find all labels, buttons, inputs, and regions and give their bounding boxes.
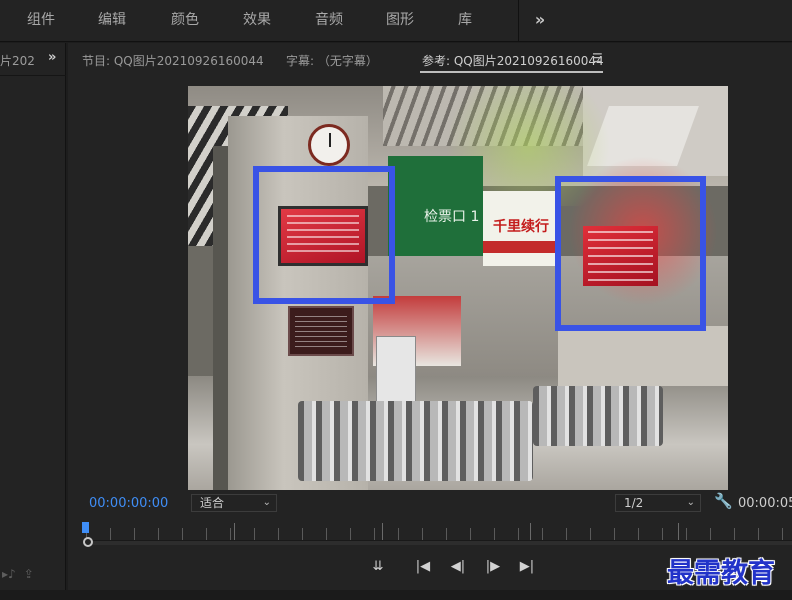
scene-notice-board: [288, 306, 354, 356]
export-icon[interactable]: ⇪: [24, 567, 34, 581]
workspace-tab-audio[interactable]: 音频: [315, 0, 343, 42]
fit-dropdown[interactable]: 适合 ⌄: [191, 494, 277, 512]
workspace-tab-graphics[interactable]: 图形: [386, 0, 414, 42]
fit-dropdown-value: 适合: [200, 496, 225, 510]
audio-icon[interactable]: ▸♪: [2, 567, 16, 581]
ad-board-text: 千里续行: [493, 219, 549, 235]
left-panel-footer: ▸♪ ⇪: [2, 567, 42, 581]
chevron-down-icon: ⌄: [686, 497, 695, 508]
insert-icon: ⇊: [372, 559, 384, 574]
tab-reference[interactable]: 参考: QQ图片20210926160044: [422, 52, 604, 69]
step-forward-icon: |▶: [485, 559, 501, 574]
scene-ticket-gates: [558, 326, 728, 386]
step-to-end-icon: ▶|: [519, 559, 535, 574]
resolution-dropdown[interactable]: 1/2 ⌄: [615, 494, 701, 512]
wrench-icon[interactable]: 🔧: [714, 492, 733, 510]
tab-captions[interactable]: 字幕: （无字幕）: [286, 52, 378, 69]
resolution-dropdown-value: 1/2: [624, 496, 644, 510]
workspace-tab-editing[interactable]: 编辑: [98, 0, 126, 42]
insert-button[interactable]: ⇊: [367, 558, 389, 576]
scrub-bar[interactable]: [85, 540, 792, 545]
workspace-tab-color[interactable]: 颜色: [171, 0, 199, 42]
current-timecode[interactable]: 00:00:00:00: [89, 496, 168, 511]
step-forward-button[interactable]: |▶: [482, 558, 504, 576]
double-chevron-right-icon[interactable]: »: [531, 9, 549, 31]
step-back-icon: ◀|: [450, 559, 466, 574]
duration-timecode: 00:00:05: [738, 496, 792, 511]
chevron-down-icon: ⌄: [262, 497, 271, 508]
scene-ad-board: 千里续行: [483, 191, 558, 266]
video-preview[interactable]: 检票口 1 千里续行: [188, 86, 728, 490]
scene-gate-sign: 检票口 1: [388, 156, 483, 256]
bottom-bar: [0, 590, 792, 600]
scene-ad-strip: [483, 241, 558, 253]
go-to-out-button[interactable]: ▶|: [516, 558, 538, 576]
reference-monitor-panel: 节目: QQ图片20210926160044 字幕: （无字幕） 参考: QQ图…: [68, 43, 792, 590]
gate-sign-text: 检票口 1: [424, 209, 480, 225]
scrub-knob[interactable]: [83, 537, 93, 547]
scene-bench: [533, 386, 663, 446]
left-panel: 片202 » ▸♪ ⇪: [0, 43, 66, 590]
scene-bench: [298, 401, 533, 481]
workspace-tab-assembly[interactable]: 组件: [27, 0, 55, 42]
playhead[interactable]: [82, 522, 89, 533]
go-to-in-button[interactable]: |◀: [412, 558, 434, 576]
workspace-tab-effects[interactable]: 效果: [243, 0, 271, 42]
active-tab-indicator: [420, 71, 603, 73]
step-to-start-icon: |◀: [415, 559, 431, 574]
watermark-logo: 最需教育: [667, 558, 775, 589]
left-panel-tab[interactable]: 片202: [0, 52, 35, 69]
scene-clock: [308, 124, 350, 166]
divider: [518, 0, 519, 42]
workspace-bar: 组件 编辑 颜色 效果 音频 图形 库 »: [0, 0, 792, 42]
step-back-button[interactable]: ◀|: [447, 558, 469, 576]
tab-program[interactable]: 节目: QQ图片20210926160044: [82, 52, 264, 69]
highlight-box-right: [555, 176, 706, 331]
time-ruler[interactable]: [86, 528, 792, 540]
highlight-box-left: [253, 166, 395, 304]
double-chevron-right-icon[interactable]: »: [48, 50, 56, 65]
hamburger-menu-icon[interactable]: ☰: [592, 51, 603, 65]
divider: [0, 75, 66, 76]
scene-kiosk: [376, 336, 416, 406]
workspace-tab-libraries[interactable]: 库: [458, 0, 472, 42]
